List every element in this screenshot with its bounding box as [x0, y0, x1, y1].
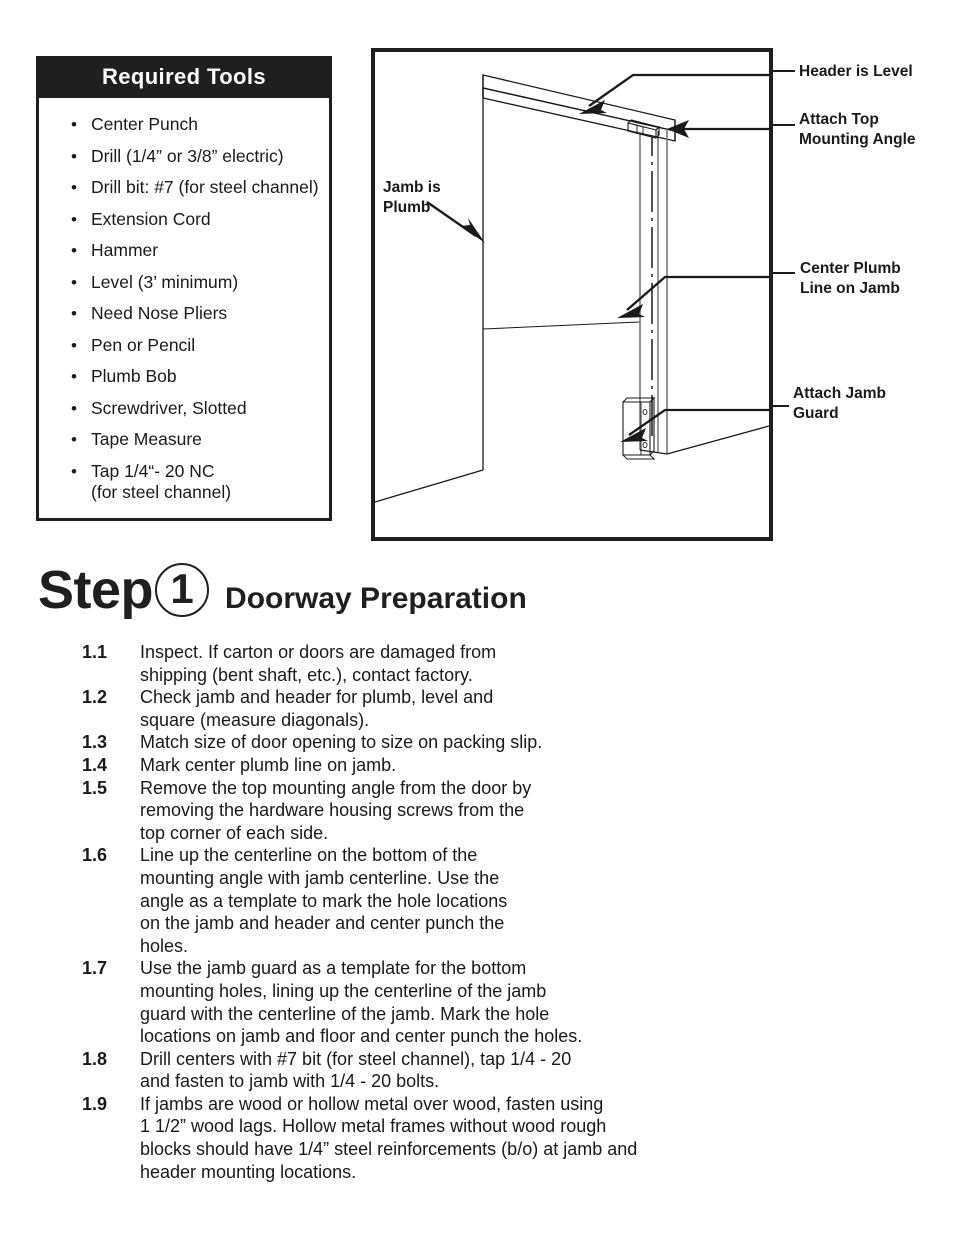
- tool-label: Tape Measure: [91, 429, 202, 449]
- tool-list-item: • Tap 1/4“- 20 NC (for steel channel): [69, 460, 329, 502]
- leader-stub-header-is-level: [773, 70, 795, 72]
- instruction-text: Line up the centerline on the bottom of …: [140, 845, 508, 956]
- tool-list-item: • Tape Measure: [69, 429, 329, 449]
- instruction-number: 1.4: [82, 754, 108, 775]
- bullet-icon: •: [71, 209, 77, 229]
- instruction-item: 1.3 Match size of door opening to size on…: [82, 731, 742, 754]
- tool-label: Plumb Bob: [91, 366, 177, 386]
- instruction-list: 1.1 Inspect. If carton or doors are damag…: [82, 641, 742, 1183]
- callout-attach-jamb-guard: Attach Jamb Guard: [793, 385, 887, 422]
- instruction-number: 1.7: [82, 958, 108, 979]
- callout-header-is-level: Header is Level: [799, 63, 913, 80]
- instruction-text: Remove the top mounting angle from the d…: [140, 777, 532, 843]
- tool-label-sub: (for steel channel): [91, 482, 232, 502]
- tool-list-item: • Drill bit: #7 (for steel channel): [69, 177, 329, 197]
- instruction-text: Use the jamb guard as a template for the…: [140, 958, 583, 1047]
- doorway-diagram-panel: [371, 48, 773, 541]
- leader-stub-attach-top-mounting-angle: [773, 124, 795, 126]
- instruction-number: 1.3: [82, 732, 108, 753]
- tool-list-item: • Hammer: [69, 240, 329, 260]
- tool-list-item: • Need Nose Pliers: [69, 303, 329, 323]
- instruction-number: 1.6: [82, 845, 108, 866]
- tool-list-item: • Pen or Pencil: [69, 334, 329, 355]
- instruction-item: 1.4 Mark center plumb line on jamb.: [82, 754, 742, 777]
- instruction-item: 1.7 Use the jamb guard as a template for …: [82, 957, 742, 1047]
- callout-attach-top-mounting-angle: Attach Top Mounting Angle: [799, 111, 916, 148]
- tool-list-item: • Extension Cord: [69, 208, 329, 229]
- step-number-badge: 1: [155, 563, 210, 617]
- instruction-item: 1.1 Inspect. If carton or doors are damag…: [82, 641, 742, 686]
- page-title: Doorway Preparation: [225, 582, 527, 615]
- bullet-icon: •: [71, 335, 77, 355]
- bullet-icon: •: [71, 178, 77, 197]
- tool-list-item: • Center Punch: [69, 114, 329, 134]
- tool-label: Drill bit: #7 (for steel channel): [91, 177, 319, 197]
- instruction-number: 1.9: [82, 1093, 108, 1114]
- instruction-item: 1.8 Drill centers with #7 bit (for steel …: [82, 1048, 742, 1093]
- required-tools-list: • Center Punch • Drill (1/4” or 3/8” electr…: [39, 114, 329, 502]
- step-word: Step: [38, 560, 154, 620]
- instruction-number: 1.2: [82, 687, 108, 708]
- required-tools-body: • Center Punch • Drill (1/4” or 3/8” electr…: [39, 98, 329, 518]
- bullet-icon: •: [71, 115, 77, 134]
- instruction-text: Check jamb and header for plumb, level a…: [140, 687, 494, 730]
- bullet-icon: •: [71, 461, 77, 481]
- tool-label: Screwdriver, Slotted: [91, 397, 247, 418]
- tool-list-item: • Drill (1/4” or 3/8” electric): [69, 145, 329, 166]
- instruction-text: Mark center plumb line on jamb.: [140, 754, 397, 775]
- tool-label: Hammer: [91, 240, 159, 260]
- instruction-text: If jambs are wood or hollow metal over w…: [140, 1093, 638, 1182]
- instruction-item: 1.6 Line up the centerline on the bottom …: [82, 844, 742, 957]
- tool-label: Center Punch: [91, 114, 199, 134]
- bullet-icon: •: [71, 367, 77, 386]
- required-tools-title: Required Tools: [39, 59, 329, 98]
- bullet-icon: •: [71, 241, 77, 260]
- bullet-icon: •: [71, 398, 77, 418]
- instruction-item: 1.5 Remove the top mounting angle from th…: [82, 777, 742, 845]
- tool-label: Drill (1/4” or 3/8” electric): [91, 145, 284, 166]
- bullet-icon: •: [71, 146, 77, 166]
- instruction-item: 1.2 Check jamb and header for plumb, leve…: [82, 686, 742, 731]
- tool-label: Extension Cord: [91, 208, 211, 229]
- instruction-item: 1.9 If jambs are wood or hollow metal ove…: [82, 1093, 742, 1183]
- instruction-number: 1.5: [82, 777, 108, 798]
- tool-label: Pen or Pencil: [91, 334, 196, 355]
- callout-jamb-is-plumb: Jamb is Plumb: [383, 179, 441, 216]
- required-tools-panel: Required Tools • Center Punch • Drill (1/4”…: [36, 56, 332, 521]
- tool-list-item: • Plumb Bob: [69, 366, 329, 386]
- tool-list-item: • Level (3’ minimum): [69, 271, 329, 292]
- doorway-isometric-drawing: [375, 73, 769, 503]
- instruction-number: 1.1: [82, 642, 108, 662]
- tool-list-item: • Screwdriver, Slotted: [69, 397, 329, 418]
- step-heading: Step 1 Doorway Preparation: [38, 563, 527, 617]
- step-number: 1: [170, 565, 194, 612]
- tool-label: Level (3’ minimum): [91, 271, 239, 292]
- bullet-icon: •: [71, 430, 77, 449]
- leader-stub-attach-jamb-guard: [773, 405, 789, 407]
- leader-stub-center-plumb-line: [773, 272, 795, 274]
- bullet-icon: •: [71, 272, 77, 292]
- tool-label: Need Nose Pliers: [91, 303, 228, 323]
- instruction-text: Inspect. If carton or doors are damaged …: [140, 642, 497, 685]
- tool-label: Tap 1/4“- 20 NC: [91, 460, 215, 481]
- instruction-text: Match size of door opening to size on pa…: [140, 732, 543, 753]
- instruction-text: Drill centers with #7 bit (for steel cha…: [140, 1048, 572, 1092]
- bullet-icon: •: [71, 304, 77, 323]
- instruction-number: 1.8: [82, 1048, 108, 1069]
- callout-center-plumb-line-on-jamb: Center Plumb Line on Jamb: [800, 260, 901, 297]
